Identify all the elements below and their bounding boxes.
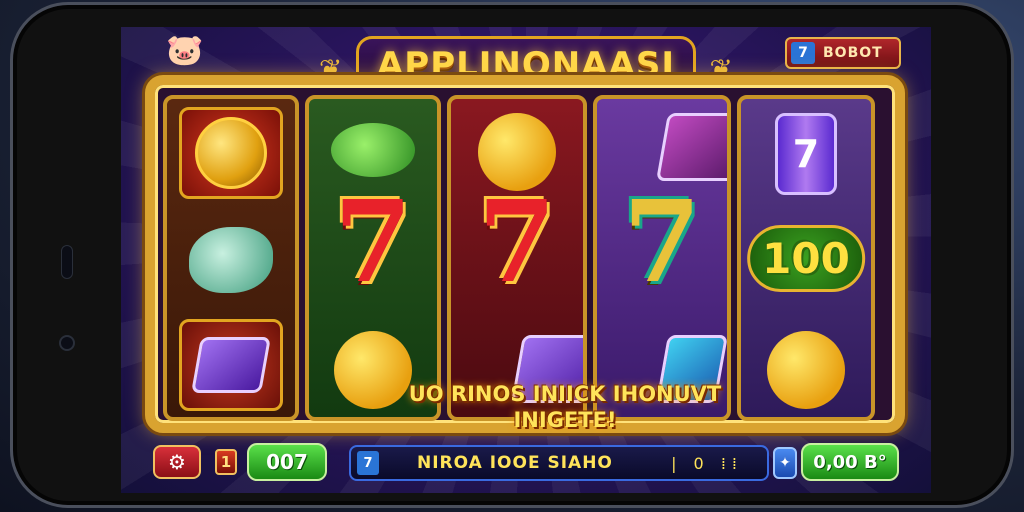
reel-5: 7 100 [737, 95, 875, 421]
seven-gold-symbol: 7 [623, 177, 701, 308]
badge-icon: 7 [791, 42, 815, 64]
win-display: 0,00 B° [801, 443, 899, 481]
green-fish-symbol [331, 123, 415, 177]
coin-icon [195, 117, 267, 189]
fish-symbol [189, 227, 273, 293]
gem-icon [191, 337, 271, 393]
reel-1 [163, 95, 299, 421]
settings-button[interactable]: ⚙ [153, 445, 201, 479]
message-bar: 7 NIROA IOOE SIAHO | 0 ⁞⁞ [349, 445, 769, 481]
phone-device: 🐷 ❦ APPLINONAASI ❦ 7 BOBOT 7 7 7 7 100 U… [10, 2, 1014, 508]
seven-symbol: 7 [478, 177, 556, 308]
level-indicator: 1 [215, 449, 237, 475]
front-camera [59, 335, 75, 351]
treasure-box-symbol [656, 113, 727, 181]
pig-icon: 🐷 [166, 33, 204, 68]
message-icon: 7 [357, 451, 379, 475]
reel-4: 7 [593, 95, 731, 421]
speaker-slot [61, 245, 73, 279]
background: 🐷 ❦ APPLINONAASI ❦ 7 BOBOT 7 7 7 7 100 U… [0, 0, 1024, 512]
smiley-ball-symbol [767, 331, 845, 409]
reels-frame: 7 7 7 7 100 UO RINOS INIICK IHONUVT INIG… [145, 75, 905, 433]
reel-3: 7 [447, 95, 587, 421]
reel-controls[interactable]: | 0 ⁞⁞ [671, 454, 743, 473]
badge-text: BOBOT [823, 45, 883, 61]
banner-line-2: INIGETE! [513, 408, 617, 432]
gem-tile-symbol [179, 319, 283, 411]
seven-symbol: 7 [334, 177, 412, 308]
bottom-control-bar: ⚙ 1 007 7 NIROA IOOE SIAHO | 0 ⁞⁞ ✦ 0,00… [121, 439, 931, 493]
autoplay-button[interactable]: ✦ [773, 447, 797, 479]
reel-2: 7 [305, 95, 441, 421]
bonus-banner: UO RINOS INIICK IHONUVT INIGETE! [355, 381, 775, 433]
purple-can-symbol: 7 [775, 113, 837, 195]
bet-display[interactable]: 007 [247, 443, 327, 481]
hundred-badge-symbol: 100 [747, 225, 865, 292]
top-balance-badge[interactable]: 7 BOBOT [785, 37, 901, 69]
banner-line-1: UO RINOS INIICK IHONUVT [408, 382, 722, 406]
message-text: NIROA IOOE SIAHO [417, 453, 613, 473]
coin-tile-symbol [179, 107, 283, 199]
game-screen: 🐷 ❦ APPLINONAASI ❦ 7 BOBOT 7 7 7 7 100 U… [121, 27, 931, 493]
